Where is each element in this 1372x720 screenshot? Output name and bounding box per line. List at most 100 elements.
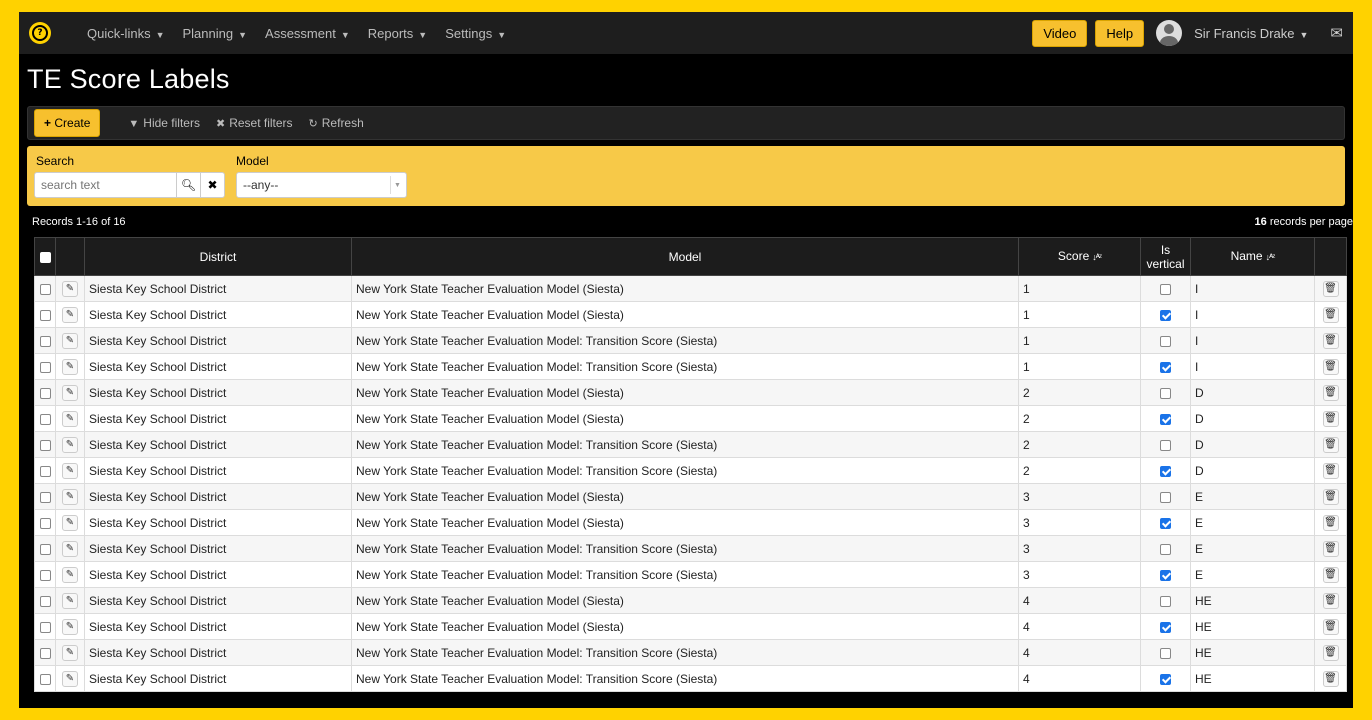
records-summary: Records 1-16 of 16 <box>32 216 126 228</box>
row-checkbox[interactable] <box>39 439 51 451</box>
trash-icon[interactable]: 🗑︎ <box>1322 436 1339 453</box>
name-header[interactable]: Name ↓ᴬᶻ <box>1190 237 1315 276</box>
row-checkbox[interactable] <box>39 413 51 425</box>
create-button[interactable]: + Create <box>34 109 101 137</box>
records-per-page[interactable]: 16 records per page <box>1255 216 1353 237</box>
user-avatar[interactable] <box>1156 20 1183 46</box>
pencil-icon[interactable]: ✎ <box>62 540 78 557</box>
hide-filters-button[interactable]: ▼ Hide filters <box>128 116 200 130</box>
clear-search-icon[interactable]: ✖ <box>201 172 225 198</box>
nav-menu-item[interactable]: Settings ▼ <box>445 26 506 41</box>
is-vertical-cell <box>1140 639 1191 666</box>
row-checkbox[interactable] <box>39 673 51 685</box>
district-header[interactable]: District <box>84 237 352 276</box>
trash-icon[interactable]: 🗑︎ <box>1322 462 1339 479</box>
is-vertical-checkbox[interactable] <box>1160 543 1171 555</box>
trash-icon[interactable]: 🗑︎ <box>1322 488 1339 505</box>
trash-icon[interactable]: 🗑︎ <box>1322 670 1339 687</box>
model-cell: New York State Teacher Evaluation Model … <box>351 587 1019 614</box>
pencil-icon[interactable]: ✎ <box>62 280 78 297</box>
pencil-icon[interactable]: ✎ <box>62 384 78 401</box>
refresh-button[interactable]: ↻ Refresh <box>309 116 364 130</box>
reset-filters-button[interactable]: ✖ Reset filters <box>216 116 293 130</box>
pencil-icon[interactable]: ✎ <box>62 514 78 531</box>
row-checkbox[interactable] <box>39 595 51 607</box>
is-vertical-header[interactable]: Is vertical <box>1140 237 1191 276</box>
search-input[interactable] <box>34 172 177 198</box>
model-header[interactable]: Model <box>351 237 1019 276</box>
is-vertical-checkbox[interactable] <box>1160 595 1171 607</box>
is-vertical-cell <box>1140 535 1191 562</box>
pencil-icon[interactable]: ✎ <box>62 644 78 661</box>
is-vertical-checkbox[interactable] <box>1160 491 1171 503</box>
trash-icon[interactable]: 🗑︎ <box>1322 566 1339 583</box>
pencil-icon[interactable]: ✎ <box>62 306 78 323</box>
trash-icon[interactable]: 🗑︎ <box>1322 358 1339 375</box>
pencil-icon[interactable]: ✎ <box>62 332 78 349</box>
envelope-icon[interactable]: ✉ <box>1330 24 1343 42</box>
is-vertical-checkbox[interactable] <box>1160 439 1171 451</box>
is-vertical-checkbox[interactable] <box>1160 413 1171 425</box>
trash-icon[interactable]: 🗑︎ <box>1322 280 1339 297</box>
is-vertical-checkbox[interactable] <box>1160 673 1171 685</box>
nav-menu-item[interactable]: Assessment ▼ <box>265 26 350 41</box>
trash-icon[interactable]: 🗑︎ <box>1322 514 1339 531</box>
pencil-icon[interactable]: ✎ <box>62 618 78 635</box>
row-checkbox[interactable] <box>39 361 51 373</box>
is-vertical-checkbox[interactable] <box>1160 621 1171 633</box>
row-checkbox[interactable] <box>39 491 51 503</box>
logo-icon[interactable]: ? <box>29 22 51 44</box>
is-vertical-checkbox[interactable] <box>1160 335 1171 347</box>
is-vertical-cell <box>1140 301 1191 328</box>
trash-icon[interactable]: 🗑︎ <box>1322 540 1339 557</box>
row-checkbox[interactable] <box>39 335 51 347</box>
nav-menu-item[interactable]: Planning ▼ <box>183 26 248 41</box>
pencil-icon[interactable]: ✎ <box>62 488 78 505</box>
row-checkbox[interactable] <box>39 621 51 633</box>
nav-menu-item[interactable]: Quick-links ▼ <box>87 26 165 41</box>
row-checkbox[interactable] <box>39 283 51 295</box>
is-vertical-checkbox[interactable] <box>1160 647 1171 659</box>
model-select[interactable]: --any-- ▼ <box>236 172 407 198</box>
help-button[interactable]: Help <box>1095 19 1145 47</box>
is-vertical-checkbox[interactable] <box>1160 309 1171 321</box>
row-checkbox[interactable] <box>39 543 51 555</box>
pencil-icon[interactable]: ✎ <box>62 566 78 583</box>
trash-icon[interactable]: 🗑︎ <box>1322 644 1339 661</box>
trash-icon[interactable]: 🗑︎ <box>1322 306 1339 323</box>
pencil-icon[interactable]: ✎ <box>62 436 78 453</box>
is-vertical-checkbox[interactable] <box>1160 387 1171 399</box>
pencil-icon[interactable]: ✎ <box>62 592 78 609</box>
user-menu[interactable]: Sir Francis Drake ▼ <box>1194 26 1308 41</box>
trash-icon[interactable]: 🗑︎ <box>1322 384 1339 401</box>
select-all-checkbox[interactable] <box>39 251 51 263</box>
is-vertical-checkbox[interactable] <box>1160 569 1171 581</box>
model-cell: New York State Teacher Evaluation Model:… <box>351 665 1019 692</box>
row-checkbox[interactable] <box>39 309 51 321</box>
trash-icon[interactable]: 🗑︎ <box>1322 592 1339 609</box>
table-row: ✎ Siesta Key School District New York Stat… <box>34 483 1347 510</box>
pencil-icon[interactable]: ✎ <box>62 462 78 479</box>
is-vertical-checkbox[interactable] <box>1160 465 1171 477</box>
row-checkbox[interactable] <box>39 647 51 659</box>
pencil-icon[interactable]: ✎ <box>62 670 78 687</box>
search-icon[interactable]: 🔍︎ <box>177 172 201 198</box>
is-vertical-checkbox[interactable] <box>1160 283 1171 295</box>
row-checkbox[interactable] <box>39 387 51 399</box>
trash-icon[interactable]: 🗑︎ <box>1322 332 1339 349</box>
pencil-icon[interactable]: ✎ <box>62 358 78 375</box>
video-button[interactable]: Video <box>1032 19 1088 47</box>
row-checkbox[interactable] <box>39 465 51 477</box>
is-vertical-checkbox[interactable] <box>1160 361 1171 373</box>
trash-icon[interactable]: 🗑︎ <box>1322 618 1339 635</box>
score-header[interactable]: Score ↓ᴬᶻ <box>1018 237 1141 276</box>
score-cell: 1 <box>1018 301 1141 328</box>
is-vertical-checkbox[interactable] <box>1160 517 1171 529</box>
nav-menu-item[interactable]: Reports ▼ <box>368 26 427 41</box>
row-checkbox[interactable] <box>39 569 51 581</box>
row-checkbox[interactable] <box>39 517 51 529</box>
edit-cell: ✎ <box>55 275 85 302</box>
pencil-icon[interactable]: ✎ <box>62 410 78 427</box>
trash-icon[interactable]: 🗑︎ <box>1322 410 1339 427</box>
model-cell: New York State Teacher Evaluation Model … <box>351 301 1019 328</box>
